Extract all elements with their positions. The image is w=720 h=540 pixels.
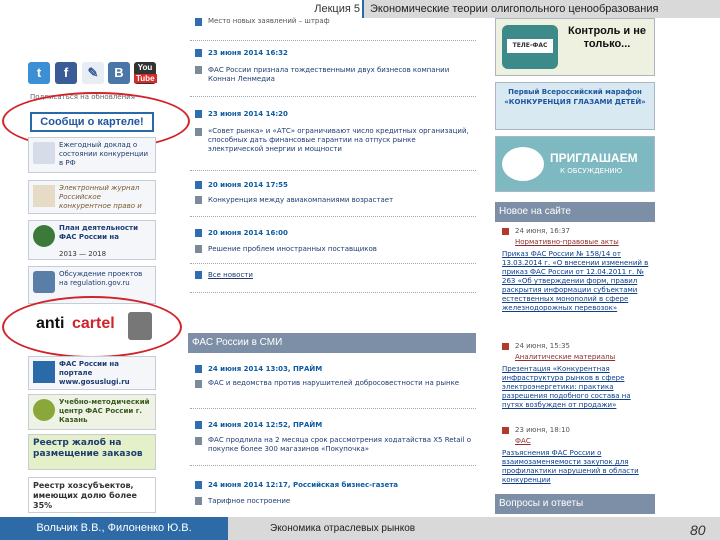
news-top-text[interactable]: Место новых заявлений – штраф (208, 17, 473, 26)
control-banner[interactable]: ТЕЛЕ-ФАС Контроль и не только... (495, 18, 655, 76)
new-item-link[interactable]: Презентация «Конкурентная инфраструктура… (502, 365, 652, 410)
livejournal-icon[interactable]: ✎ (82, 62, 104, 84)
facebook-icon[interactable]: f (55, 62, 77, 84)
news-doc-icon (195, 18, 202, 26)
marathon-text: Первый Всероссийский марафон «КОНКУРЕНЦИ… (504, 88, 646, 106)
plan-text: План деятельности ФАС России на (59, 224, 138, 241)
speech-bubble-icon (502, 147, 544, 181)
complaints-banner[interactable]: Реестр жалоб на размещение заказов (28, 434, 156, 470)
calendar-icon (502, 228, 509, 235)
gosuslugi-banner[interactable]: ФАС России на портале www.gosuslugi.ru (28, 356, 156, 390)
marathon-banner[interactable]: Первый Всероссийский марафон «КОНКУРЕНЦИ… (495, 82, 655, 130)
youtube-icon[interactable]: You Tube (134, 62, 157, 84)
plan-years: 2013 — 2018 (59, 250, 107, 258)
new-item-date: 24 июня, 15:35 (515, 342, 570, 350)
smi-date: 24 июня 2014 12:17, Российская бизнес-га… (208, 481, 399, 489)
new-item-date: 23 июня, 18:10 (515, 426, 570, 434)
control-title: Контроль и не только... (567, 25, 646, 50)
news-doc-icon (195, 110, 202, 118)
news-separator (190, 170, 476, 171)
news-doc-icon (195, 66, 202, 74)
news-doc-icon (195, 380, 202, 388)
smi-section-header: ФАС России в СМИ (188, 333, 476, 353)
news-doc-icon (195, 229, 202, 237)
smi-date: 24 июня 2014 13:03, ПРАЙМ (208, 365, 323, 373)
annual-report-banner[interactable]: Ежегодный доклад о состоянии конкуренции… (28, 137, 156, 173)
news-date: 23 июня 2014 14:20 (208, 110, 288, 118)
news-doc-icon (195, 196, 202, 204)
news-separator (190, 40, 476, 41)
journal-banner[interactable]: Электронный журнал Российское конкурентн… (28, 180, 156, 214)
smi-link[interactable]: ФАС продлила на 2 месяца срок рассмотрен… (208, 436, 473, 454)
method-center-text: Учебно-методический центр ФАС России г. … (59, 398, 150, 424)
news-doc-icon (195, 437, 202, 445)
smi-link[interactable]: Тарифное построение (208, 497, 473, 506)
twitter-icon[interactable]: t (28, 62, 50, 84)
news-link[interactable]: ФАС России признала тождественными двух … (208, 66, 473, 84)
news-doc-icon (195, 181, 202, 189)
news-separator (190, 216, 476, 217)
journal-quill-icon (33, 185, 55, 207)
calendar-icon (502, 427, 509, 434)
news-date: 23 июня 2014 16:32 (208, 49, 288, 57)
fas-emblem-icon (33, 225, 55, 247)
journal-text: Электронный журнал Российское конкурентн… (59, 184, 142, 213)
news-link[interactable]: Конкуренция между авиакомпаниями возраст… (208, 196, 473, 205)
news-separator (190, 263, 476, 264)
invite-title: ПРИГЛАШАЕМ (550, 151, 638, 165)
news-doc-icon (195, 481, 202, 489)
report-book-icon (33, 142, 55, 164)
lecture-topic: Экономические теории олигопольного ценоо… (362, 0, 720, 18)
complaints-text: Реестр жалоб на размещение заказов (33, 438, 143, 459)
tree-icon (33, 399, 55, 421)
news-doc-icon (195, 365, 202, 373)
new-item-tag[interactable]: Нормативно-правовые акты (515, 238, 619, 246)
calendar-icon (502, 343, 509, 350)
holding-text: Реестр хозсубъектов, имеющих долю более … (33, 481, 137, 510)
new-item-link[interactable]: Приказ ФАС России № 158/14 от 13.03.2014… (502, 250, 652, 322)
news-doc-icon (195, 497, 202, 505)
tv-label: ТЕЛЕ-ФАС (507, 39, 553, 53)
news-doc-icon (195, 245, 202, 253)
news-link[interactable]: «Совет рынка» и «АТС» ограничивают число… (208, 127, 473, 163)
tv-icon: ТЕЛЕ-ФАС (502, 25, 558, 69)
lecture-number: Лекция 5 (314, 3, 360, 15)
news-doc-icon (195, 49, 202, 57)
qa-section-header: Вопросы и ответы (495, 494, 655, 514)
news-link[interactable]: Решение проблем иностранных поставщиков (208, 245, 473, 254)
smi-link[interactable]: ФАС и ведомства против нарушителей добро… (208, 379, 473, 397)
new-item-link[interactable]: Разъяснения ФАС России о взаимозаменяемо… (502, 449, 652, 485)
plan-banner[interactable]: План деятельности ФАС России на 2013 — 2… (28, 220, 156, 260)
news-doc-icon (195, 128, 202, 136)
highlight-ring-anticartel (2, 296, 182, 358)
news-doc-icon (195, 421, 202, 429)
vkontakte-icon[interactable]: B (108, 62, 130, 84)
news-separator (190, 96, 476, 97)
page-number: 80 (690, 522, 706, 538)
new-on-site-header: Новое на сайте (495, 202, 655, 222)
new-item-tag[interactable]: ФАС (515, 437, 531, 445)
news-date: 20 июня 2014 17:55 (208, 181, 288, 189)
gosuslugi-text: ФАС России на портале www.gosuslugi.ru (59, 360, 130, 386)
discussion-text: Обсуждение проектов на regulation.gov.ru (59, 270, 143, 287)
all-news-link[interactable]: Все новости (208, 271, 473, 280)
news-separator (190, 465, 476, 466)
gosuslugi-emblem-icon (33, 361, 55, 383)
new-item-date: 24 июня, 16:37 (515, 227, 570, 235)
invite-subtitle: К ОБСУЖДЕНИЮ (560, 167, 623, 175)
news-separator (190, 408, 476, 409)
invite-banner[interactable]: ПРИГЛАШАЕМ К ОБСУЖДЕНИЮ (495, 136, 655, 192)
news-date: 20 июня 2014 16:00 (208, 229, 288, 237)
holding-banner[interactable]: Реестр хозсубъектов, имеющих долю более … (28, 477, 156, 513)
megaphone-icon (33, 271, 55, 293)
new-item-tag[interactable]: Аналитические материалы (515, 353, 615, 361)
method-center-banner[interactable]: Учебно-методический центр ФАС России г. … (28, 394, 156, 430)
footer-course: Экономика отраслевых рынков (270, 523, 416, 534)
footer-author: Вольчик В.В., Филоненко Ю.В. (0, 517, 228, 540)
news-doc-icon (195, 271, 202, 279)
news-separator (190, 292, 476, 293)
annual-report-text: Ежегодный доклад о состоянии конкуренции… (59, 141, 149, 167)
smi-date: 24 июня 2014 12:52, ПРАЙМ (208, 421, 323, 429)
